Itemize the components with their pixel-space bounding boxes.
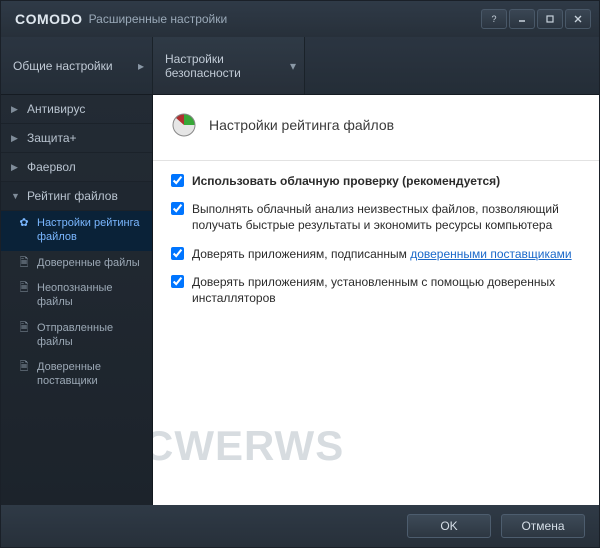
checkbox-cloud-analysis[interactable] (171, 202, 184, 215)
sidebar-sub-unknown[interactable]: 🗎 Неопознанные файлы (1, 276, 152, 316)
cancel-button[interactable]: Отмена (501, 514, 585, 538)
sidebar-sub-label: Доверенные файлы (37, 257, 140, 271)
chevron-down-icon: ▾ (290, 59, 296, 73)
page-title: Настройки рейтинга файлов (209, 117, 394, 133)
sidebar-label: Фаервол (27, 160, 76, 174)
window-root: COMODO Расширенные настройки ? Общие нас… (0, 0, 600, 548)
button-label: OK (440, 519, 457, 533)
text: Доверять приложениям, подписанным (192, 247, 410, 261)
sidebar-label: Защита+ (27, 131, 77, 145)
option-label: Использовать облачную проверку (рекоменд… (192, 174, 500, 188)
chevron-right-icon: ▸ (138, 59, 144, 73)
sidebar-sub-label: Неопознанные файлы (37, 282, 146, 310)
option-trusted-vendors: Доверять приложениям, подписанным довере… (171, 246, 581, 262)
trusted-vendors-link[interactable]: доверенными поставщиками (410, 247, 571, 261)
sidebar-item-rating[interactable]: ▼ Рейтинг файлов (1, 182, 152, 211)
checkbox-trusted-vendors[interactable] (171, 247, 184, 260)
ok-button[interactable]: OK (407, 514, 491, 538)
titlebar: COMODO Расширенные настройки ? (1, 1, 599, 37)
watermark: CWERWS (153, 422, 344, 470)
sidebar-sub-settings[interactable]: ✿ Настройки рейтинга файлов (1, 211, 152, 251)
triangle-icon: ▶ (11, 162, 21, 173)
sidebar-sub-trusted[interactable]: 🗎 Доверенные файлы (1, 251, 152, 277)
tab-general[interactable]: Общие настройки ▸ (1, 37, 153, 94)
triangle-icon: ▶ (11, 104, 21, 115)
window-subtitle: Расширенные настройки (89, 12, 228, 26)
checkbox-cloud-lookup[interactable] (171, 174, 184, 187)
option-cloud-analysis: Выполнять облачный анализ неизвестных фа… (171, 201, 581, 233)
file-star-icon: 🗎 (17, 361, 31, 375)
close-button[interactable] (565, 9, 591, 29)
top-nav: Общие настройки ▸ Настройки безопасности… (1, 37, 599, 95)
option-cloud-lookup: Использовать облачную проверку (рекоменд… (171, 173, 581, 189)
sidebar-sub-label: Настройки рейтинга файлов (37, 217, 146, 245)
sidebar-label: Рейтинг файлов (27, 189, 118, 203)
svg-text:?: ? (491, 14, 496, 24)
triangle-down-icon: ▼ (11, 191, 21, 201)
sidebar-item-firewall[interactable]: ▶ Фаервол (1, 153, 152, 182)
gauge-icon (171, 112, 197, 138)
minimize-button[interactable] (509, 9, 535, 29)
divider (153, 160, 599, 161)
file-question-icon: 🗎 (17, 282, 31, 296)
triangle-icon: ▶ (11, 133, 21, 144)
help-button[interactable]: ? (481, 9, 507, 29)
file-check-icon: 🗎 (17, 257, 31, 271)
tab-security-label: Настройки безопасности (165, 52, 292, 80)
sidebar-sub-label: Отправленные файлы (37, 322, 146, 350)
option-label: Доверять приложениям, установленным с по… (192, 274, 581, 306)
gear-icon: ✿ (17, 217, 31, 231)
option-label: Доверять приложениям, подписанным довере… (192, 246, 572, 262)
option-label: Выполнять облачный анализ неизвестных фа… (192, 201, 581, 233)
footer: OK Отмена (1, 505, 599, 547)
sidebar-sub-submitted[interactable]: 🗎 Отправленные файлы (1, 316, 152, 356)
file-upload-icon: 🗎 (17, 322, 31, 336)
sidebar-item-antivirus[interactable]: ▶ Антивирус (1, 95, 152, 124)
content-area: Настройки рейтинга файлов Использовать о… (153, 95, 599, 505)
checkbox-trusted-installers[interactable] (171, 275, 184, 288)
sidebar-label: Антивирус (27, 102, 85, 116)
maximize-button[interactable] (537, 9, 563, 29)
sidebar-sub-label: Доверенные поставщики (37, 361, 146, 389)
option-trusted-installers: Доверять приложениям, установленным с по… (171, 274, 581, 306)
sidebar-item-defense[interactable]: ▶ Защита+ (1, 124, 152, 153)
button-label: Отмена (521, 519, 564, 533)
sidebar-sub-vendors[interactable]: 🗎 Доверенные поставщики (1, 355, 152, 395)
body: ▶ Антивирус ▶ Защита+ ▶ Фаервол ▼ Рейтинг фа… (1, 95, 599, 505)
tab-security[interactable]: Настройки безопасности ▾ (153, 37, 305, 94)
sidebar: ▶ Антивирус ▶ Защита+ ▶ Фаервол ▼ Рейтинг фа… (1, 95, 153, 505)
tab-general-label: Общие настройки (13, 59, 113, 73)
brand: COMODO (15, 11, 83, 27)
